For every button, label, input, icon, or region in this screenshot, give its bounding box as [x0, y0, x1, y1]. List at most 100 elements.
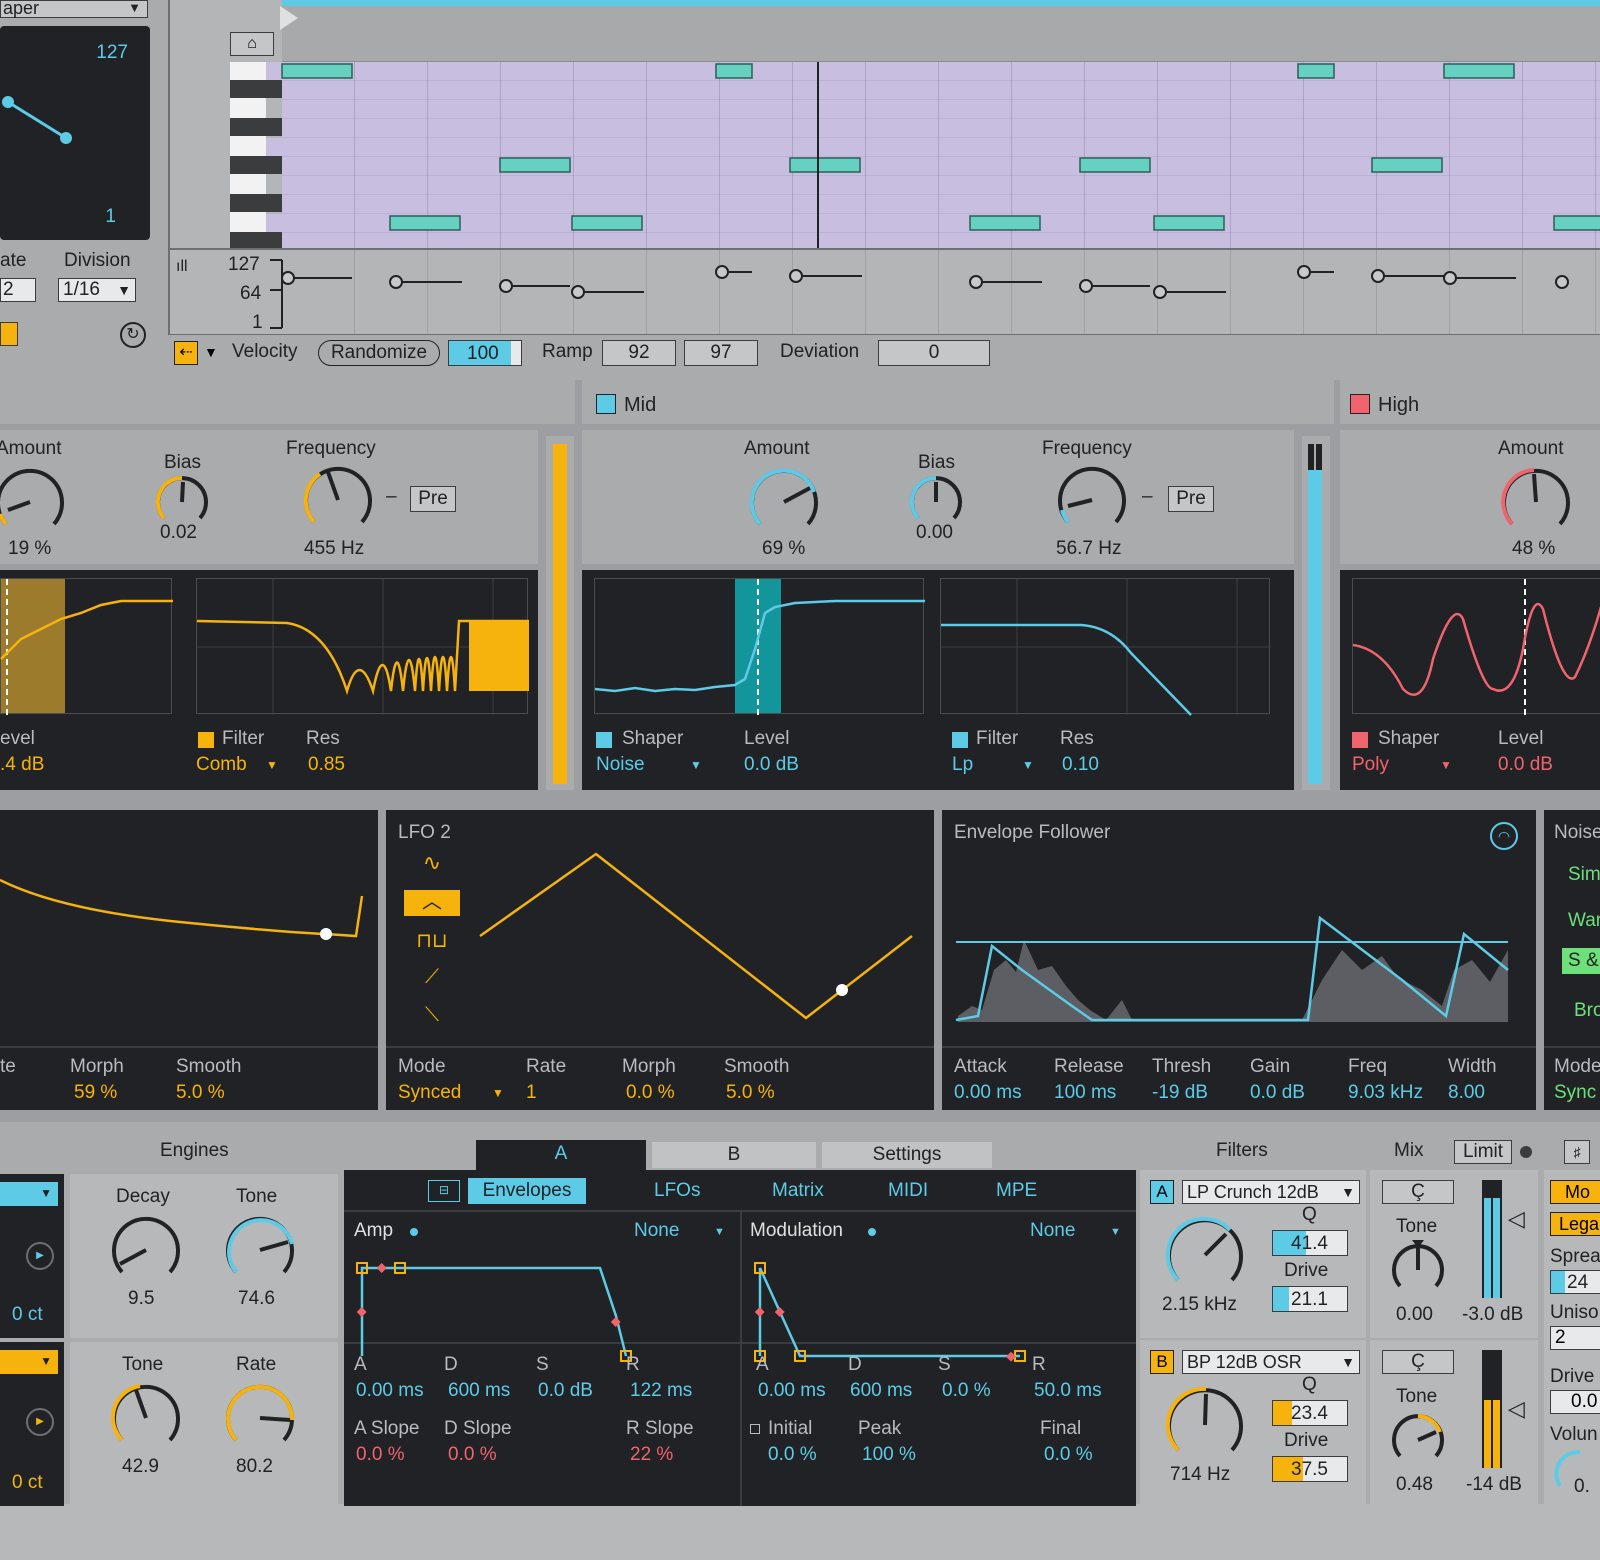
- ef-attack-value[interactable]: 0.00 ms: [954, 1082, 1022, 1104]
- band-high-toggle[interactable]: [1350, 394, 1370, 414]
- spread-field[interactable]: 24: [1550, 1270, 1600, 1294]
- engine1-type-dropdown[interactable]: ▼: [0, 1182, 58, 1206]
- drive-field[interactable]: 0.0: [1550, 1390, 1600, 1414]
- high-shaper-type[interactable]: Poly: [1352, 754, 1389, 776]
- mix-a-route-button[interactable]: Ç: [1382, 1180, 1454, 1204]
- low-res-value[interactable]: 0.85: [308, 754, 345, 776]
- ramp-end-field[interactable]: 97: [684, 340, 758, 366]
- mid-shaper-type[interactable]: Noise: [596, 754, 645, 776]
- filter-b-type-dropdown[interactable]: BP 12dB OSR ▼: [1182, 1350, 1360, 1374]
- low-pre-button[interactable]: Pre: [410, 486, 456, 512]
- filter-b-drive-field[interactable]: 37.5: [1272, 1456, 1348, 1482]
- lfo1-waveform[interactable]: [0, 810, 378, 1040]
- ef-thresh-value[interactable]: -19 dB: [1152, 1082, 1208, 1104]
- engine1-tone-knob[interactable]: [220, 1210, 300, 1290]
- randomize-button[interactable]: Randomize: [318, 340, 440, 366]
- chevron-down-icon[interactable]: ▼: [690, 758, 702, 772]
- high-shaper-graph[interactable]: [1352, 578, 1600, 715]
- amp-env-graph[interactable]: [344, 1212, 740, 1362]
- low-amount-knob[interactable]: [0, 462, 70, 542]
- noise-item-selected[interactable]: S &: [1562, 948, 1600, 974]
- mid-filter-toggle[interactable]: [952, 732, 968, 748]
- chevron-down-icon[interactable]: ▼: [492, 1086, 504, 1100]
- low-shaper-graph[interactable]: [0, 578, 173, 715]
- lfo2-shape-saw-up-icon[interactable]: ⟋: [404, 966, 460, 994]
- tab-settings[interactable]: Settings: [822, 1142, 992, 1168]
- filter-a-type-dropdown[interactable]: LP Crunch 12dB ▼: [1182, 1180, 1360, 1204]
- subtab-mpe[interactable]: MPE: [996, 1180, 1037, 1202]
- noise-item[interactable]: Simp: [1568, 864, 1600, 886]
- amp-a-slope-value[interactable]: 0.0 %: [356, 1444, 405, 1466]
- subtab-lfos[interactable]: LFOs: [654, 1180, 700, 1202]
- low-filter-toggle[interactable]: [198, 732, 214, 748]
- unison-field[interactable]: 2: [1550, 1326, 1600, 1350]
- subtab-envelopes[interactable]: Envelopes: [468, 1178, 586, 1204]
- tab-a[interactable]: A: [476, 1140, 646, 1170]
- mid-shaper-graph[interactable]: [594, 578, 925, 715]
- mix-a-gain-slider-icon[interactable]: ◁: [1508, 1206, 1525, 1232]
- mod-env-graph[interactable]: [742, 1212, 1138, 1362]
- ef-gain-value[interactable]: 0.0 dB: [1250, 1082, 1305, 1104]
- amp-d-slope-value[interactable]: 0.0 %: [448, 1444, 497, 1466]
- retrigger-icon[interactable]: ↻: [120, 322, 146, 348]
- band-mid-toggle[interactable]: [596, 394, 616, 414]
- subtab-midi[interactable]: MIDI: [888, 1180, 928, 1202]
- velocity-edit-toggle[interactable]: ⇠: [174, 341, 198, 365]
- velocity-lane[interactable]: ıll 127 64 1: [170, 248, 1600, 334]
- amp-r-value[interactable]: 122 ms: [630, 1380, 692, 1402]
- lfo1-smooth-value[interactable]: 5.0 %: [176, 1082, 225, 1104]
- lfo2-mode-value[interactable]: Synced: [398, 1082, 461, 1104]
- mod-peak-value[interactable]: 100 %: [862, 1444, 916, 1466]
- filter-a-drive-field[interactable]: 21.1: [1272, 1286, 1348, 1312]
- device-preset-dropdown[interactable]: aper ▼: [0, 0, 148, 18]
- mod-s-value[interactable]: 0.0 %: [942, 1380, 991, 1402]
- mix-b-route-button[interactable]: Ç: [1382, 1350, 1454, 1374]
- engine1-decay-knob[interactable]: [106, 1210, 186, 1290]
- chevron-down-icon[interactable]: ▼: [1022, 758, 1034, 772]
- lfo2-morph-value[interactable]: 0.0 %: [626, 1082, 675, 1104]
- mod-initial-value[interactable]: 0.0 %: [768, 1444, 817, 1466]
- amp-s-value[interactable]: 0.0 dB: [538, 1380, 593, 1402]
- mid-amount-knob[interactable]: [744, 462, 824, 542]
- low-frequency-knob[interactable]: [298, 460, 378, 540]
- noise-mode-value[interactable]: Sync: [1554, 1082, 1596, 1104]
- amp-d-value[interactable]: 600 ms: [448, 1380, 510, 1402]
- low-filter-type[interactable]: Comb: [196, 754, 247, 776]
- low-level-value[interactable]: .4 dB: [0, 754, 44, 776]
- rate-field[interactable]: 2: [0, 278, 36, 302]
- midi-icon[interactable]: ♯: [1564, 1140, 1590, 1164]
- filter-b-freq-knob[interactable]: [1160, 1380, 1250, 1470]
- piano-roll[interactable]: ⌂ ıll 127 64 1: [168, 0, 1600, 340]
- mix-b-tone-knob[interactable]: [1388, 1410, 1448, 1470]
- range-curve[interactable]: [0, 26, 150, 240]
- filter-b-slot-toggle[interactable]: B: [1150, 1350, 1174, 1374]
- engine2-play-icon[interactable]: ▶: [26, 1408, 54, 1436]
- lfo2-shape-saw-down-icon[interactable]: ⟍: [404, 1004, 460, 1032]
- range-display[interactable]: 127 1: [0, 26, 150, 240]
- mix-b-meter[interactable]: [1482, 1350, 1502, 1468]
- lfo2-shape-sine-icon[interactable]: ∿: [404, 850, 460, 878]
- lfo2-shape-triangle-icon[interactable]: ︿: [404, 890, 460, 916]
- filter-a-q-field[interactable]: 41.4: [1272, 1230, 1348, 1256]
- mix-b-gain-slider-icon[interactable]: ◁: [1508, 1396, 1525, 1422]
- ef-release-value[interactable]: 100 ms: [1054, 1082, 1116, 1104]
- mix-a-tone-knob[interactable]: [1388, 1240, 1448, 1300]
- noise-item[interactable]: War: [1568, 910, 1600, 932]
- mod-a-value[interactable]: 0.00 ms: [758, 1380, 826, 1402]
- envelope-follower-graph[interactable]: [942, 810, 1536, 1040]
- mode-button[interactable]: Mo: [1550, 1180, 1600, 1204]
- low-filter-graph[interactable]: [196, 578, 529, 715]
- ramp-start-field[interactable]: 92: [602, 340, 676, 366]
- amp-a-value[interactable]: 0.00 ms: [356, 1380, 424, 1402]
- deviation-field[interactable]: 0: [878, 340, 990, 366]
- mid-filter-type[interactable]: Lp: [952, 754, 973, 776]
- mid-frequency-knob[interactable]: [1052, 460, 1132, 540]
- chevron-down-icon[interactable]: ▼: [1440, 758, 1452, 772]
- mid-res-value[interactable]: 0.10: [1062, 754, 1099, 776]
- ef-freq-value[interactable]: 9.03 kHz: [1348, 1082, 1423, 1104]
- engine2-type-dropdown[interactable]: ▼: [0, 1350, 58, 1374]
- lfo2-shape-square-icon[interactable]: ⊓⊔: [404, 928, 460, 956]
- velocity-value-field[interactable]: 100: [448, 340, 522, 366]
- mod-r-value[interactable]: 50.0 ms: [1034, 1380, 1102, 1402]
- amp-r-slope-value[interactable]: 22 %: [630, 1444, 673, 1466]
